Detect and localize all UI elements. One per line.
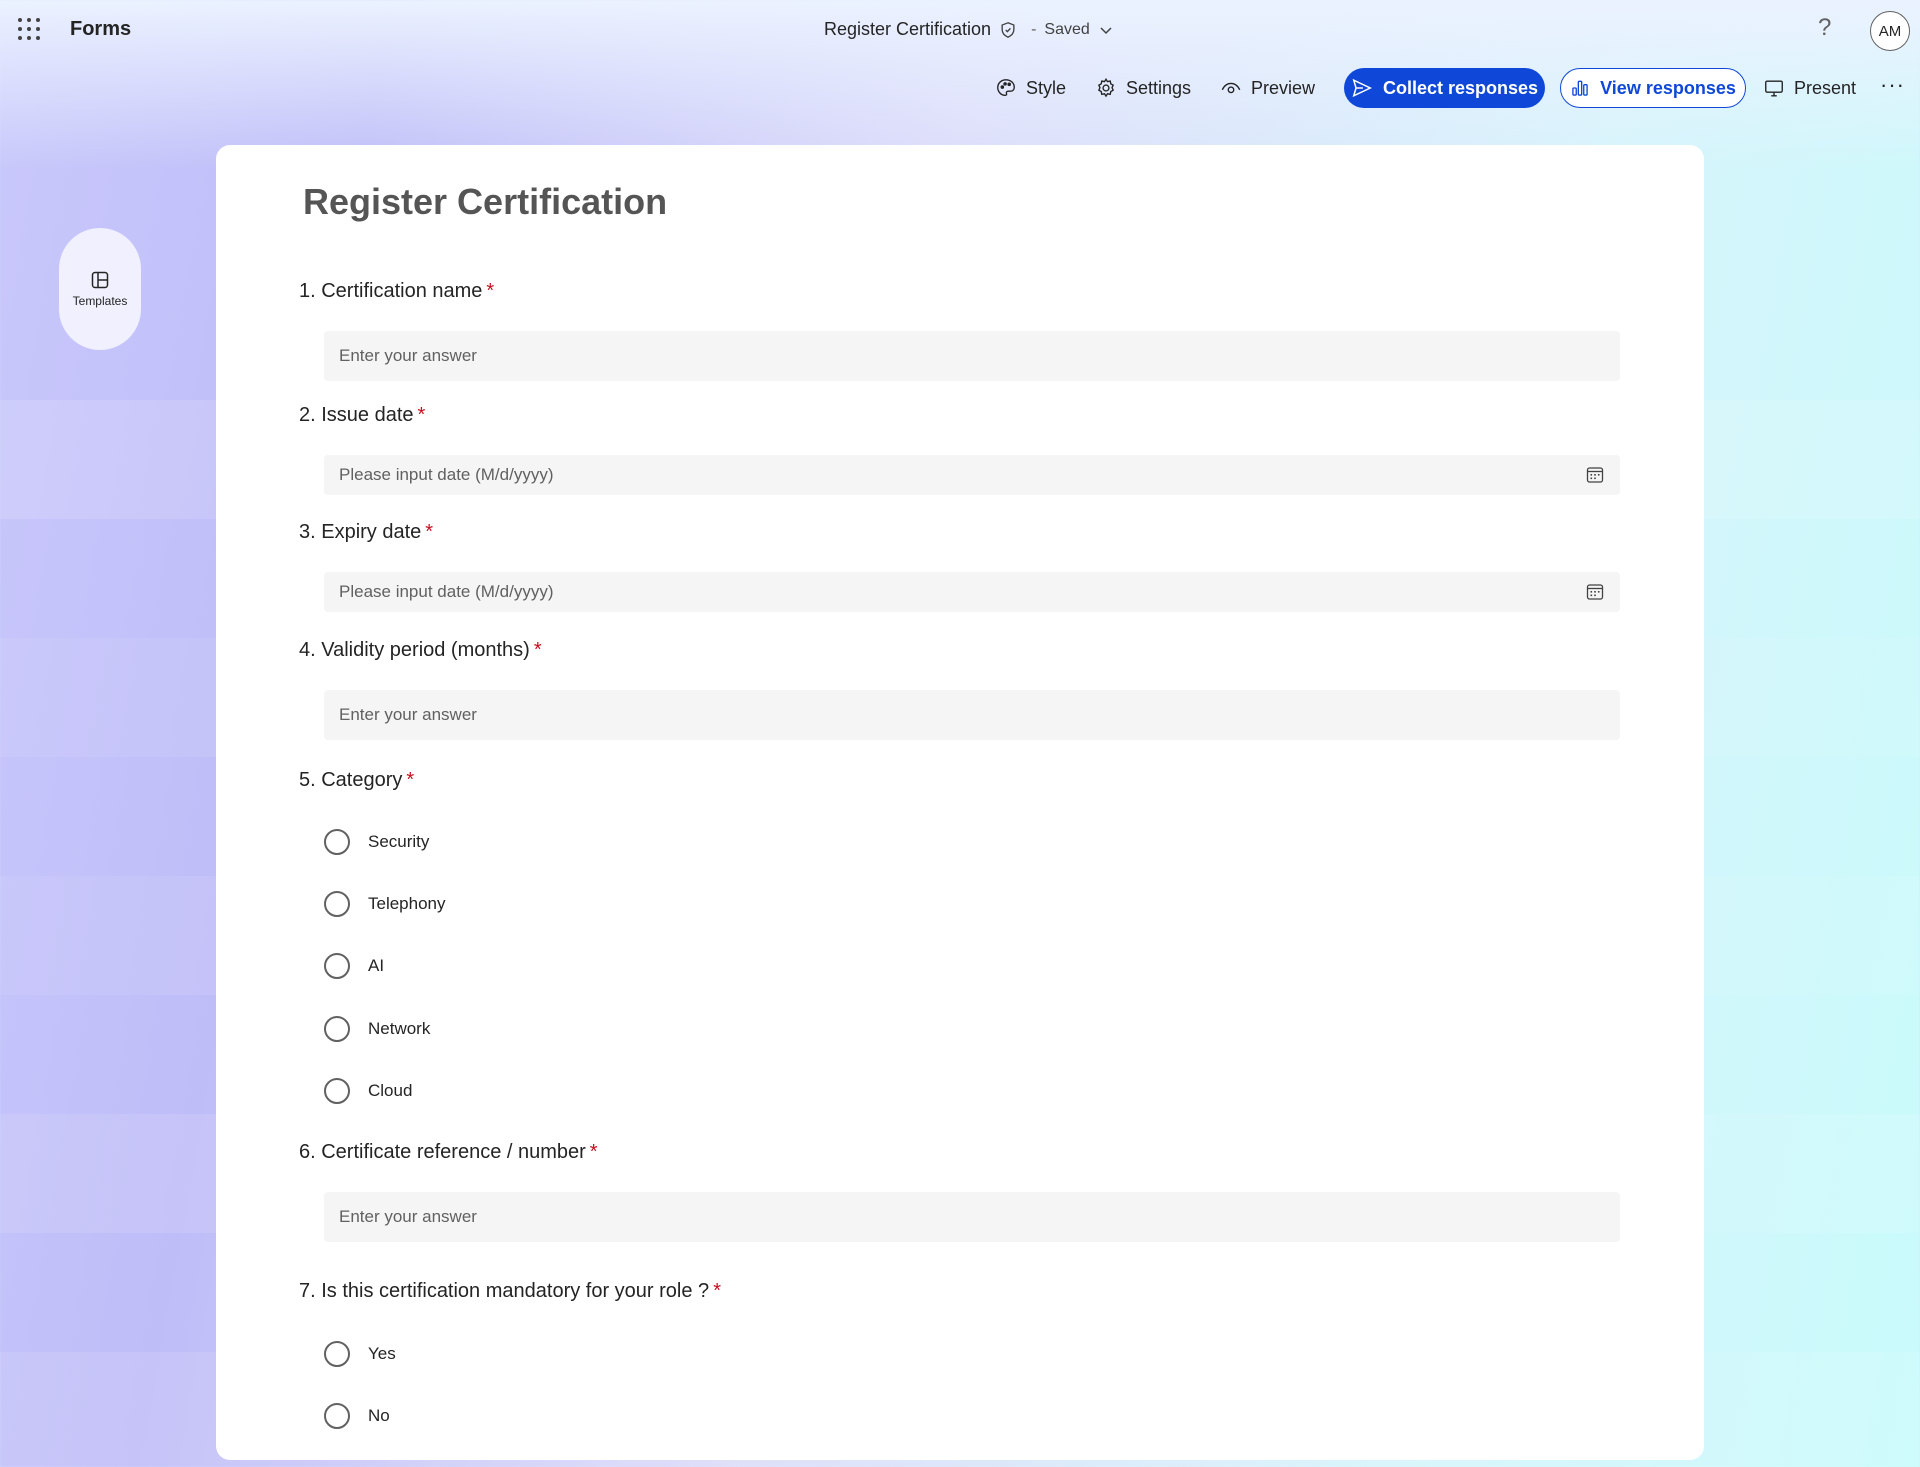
option-label: AI xyxy=(368,956,385,975)
more-options-icon[interactable]: ··· xyxy=(1880,72,1905,98)
collect-responses-button[interactable]: Collect responses xyxy=(1344,68,1545,108)
document-title: Register Certification xyxy=(824,19,992,39)
radio-button[interactable] xyxy=(324,953,350,979)
question-text: 6. Certificate reference / number xyxy=(299,1141,586,1163)
calendar-icon[interactable] xyxy=(1586,466,1604,484)
send-icon xyxy=(1352,78,1372,98)
app-launcher-icon[interactable] xyxy=(18,18,40,40)
shield-icon xyxy=(1001,21,1015,38)
style-button[interactable]: Style xyxy=(995,68,1066,108)
view-responses-button[interactable]: View responses xyxy=(1560,68,1746,108)
preview-button[interactable]: Preview xyxy=(1220,68,1315,108)
question-label: 7. Is this certification mandatory for y… xyxy=(299,1280,721,1303)
radio-button[interactable] xyxy=(324,891,350,917)
question-text: 3. Expiry date xyxy=(299,521,422,543)
radio-option-network[interactable]: Network xyxy=(324,1016,430,1042)
document-title-menu[interactable]: Register Certification - Saved xyxy=(824,19,1114,40)
save-status: Saved xyxy=(1044,20,1090,38)
validity-period-input[interactable]: Enter your answer xyxy=(324,690,1620,740)
required-marker: * xyxy=(713,1280,721,1302)
required-marker: * xyxy=(406,769,415,791)
input-placeholder: Enter your answer xyxy=(339,705,477,724)
required-marker: * xyxy=(486,280,495,302)
preview-label: Preview xyxy=(1251,77,1316,98)
title-separator: - xyxy=(1031,20,1037,38)
settings-label: Settings xyxy=(1126,77,1192,98)
radio-button[interactable] xyxy=(324,1403,350,1429)
option-label: No xyxy=(368,1406,390,1425)
radio-option-yes[interactable]: Yes xyxy=(324,1341,396,1367)
present-label: Present xyxy=(1794,77,1857,98)
settings-button[interactable]: Settings xyxy=(1095,68,1191,108)
question-label: 3. Expiry date * xyxy=(299,521,433,544)
templates-label: Templates xyxy=(72,294,128,308)
chevron-down-icon xyxy=(1100,26,1112,34)
question-text: 7. Is this certification mandatory for y… xyxy=(299,1280,710,1302)
eye-icon xyxy=(1221,82,1241,94)
radio-option-telephony[interactable]: Telephony xyxy=(324,891,446,917)
option-label: Security xyxy=(368,832,430,851)
option-label: Telephony xyxy=(368,894,446,913)
radio-button[interactable] xyxy=(324,1078,350,1104)
radio-button[interactable] xyxy=(324,1341,350,1367)
top-bar: Forms Register Certification - Saved ? A… xyxy=(0,0,1920,60)
option-label: Network xyxy=(368,1019,431,1038)
radio-option-security[interactable]: Security xyxy=(324,829,429,855)
radio-option-no[interactable]: No xyxy=(324,1403,390,1429)
certificate-reference-input[interactable]: Enter your answer xyxy=(324,1192,1620,1242)
question-label: 4. Validity period (months) * xyxy=(299,639,542,662)
required-marker: * xyxy=(589,1141,598,1163)
templates-icon xyxy=(91,271,109,289)
question-text: 4. Validity period (months) xyxy=(299,639,530,661)
required-marker: * xyxy=(417,404,426,426)
issue-date-input[interactable]: Please input date (M/d/yyyy) xyxy=(324,455,1620,495)
input-placeholder: Please input date (M/d/yyyy) xyxy=(339,465,554,484)
expiry-date-input[interactable]: Please input date (M/d/yyyy) xyxy=(324,572,1620,612)
question-label: 2. Issue date * xyxy=(299,404,425,427)
radio-button[interactable] xyxy=(324,829,350,855)
radio-option-cloud[interactable]: Cloud xyxy=(324,1078,412,1104)
question-label: 6. Certificate reference / number * xyxy=(299,1141,598,1164)
question-text: 1. Certification name xyxy=(299,280,483,302)
question-text: 5. Category xyxy=(299,769,403,791)
option-label: Yes xyxy=(368,1344,396,1363)
bar-chart-icon xyxy=(1572,80,1588,96)
question-label: 5. Category * xyxy=(299,769,414,792)
help-button[interactable]: ? xyxy=(1818,14,1831,42)
form-card: Register Certification 1. Certification … xyxy=(216,145,1704,1460)
view-responses-label: View responses xyxy=(1600,77,1736,98)
palette-icon xyxy=(997,79,1015,97)
question-label: 1. Certification name * xyxy=(299,280,494,303)
required-marker: * xyxy=(533,639,542,661)
gear-icon xyxy=(1097,78,1115,98)
present-button[interactable]: Present xyxy=(1763,68,1856,108)
app-name[interactable]: Forms xyxy=(70,18,131,41)
style-label: Style xyxy=(1026,77,1067,98)
templates-button[interactable]: Templates xyxy=(59,228,141,350)
collect-responses-label: Collect responses xyxy=(1382,77,1539,98)
question-text: 2. Issue date xyxy=(299,404,414,426)
input-placeholder: Please input date (M/d/yyyy) xyxy=(339,582,554,601)
required-marker: * xyxy=(425,521,434,543)
monitor-icon xyxy=(1765,80,1783,97)
certification-name-input[interactable]: Enter your answer xyxy=(324,331,1620,381)
calendar-icon[interactable] xyxy=(1586,583,1604,601)
option-label: Cloud xyxy=(368,1081,413,1100)
avatar[interactable]: AM xyxy=(1870,11,1910,51)
form-title: Register Certification xyxy=(303,181,668,222)
radio-option-ai[interactable]: AI xyxy=(324,953,384,979)
toolbar: Style Settings Preview Collect responses… xyxy=(0,68,1920,112)
input-placeholder: Enter your answer xyxy=(339,1207,477,1226)
radio-button[interactable] xyxy=(324,1016,350,1042)
input-placeholder: Enter your answer xyxy=(339,346,477,365)
